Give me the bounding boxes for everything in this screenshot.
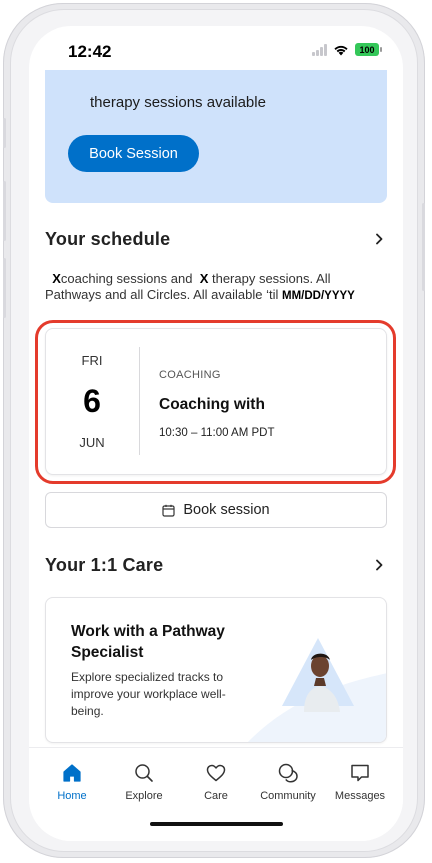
calendar-icon <box>162 504 175 517</box>
schedule-description: Xcoaching sessions and X therapy session… <box>45 271 390 304</box>
book-session-label: Book session <box>183 502 270 518</box>
tab-care[interactable]: Care <box>181 762 251 802</box>
message-icon <box>351 764 369 782</box>
schedule-section-title: Your schedule <box>45 229 171 249</box>
wifi-icon <box>334 45 348 55</box>
status-time: 12:42 <box>68 42 112 61</box>
promo-text: therapy sessions available <box>90 94 266 111</box>
appointment-time: 10:30 – 11:00 AM PDT <box>159 427 275 439</box>
book-session-button[interactable]: Book session <box>45 492 387 528</box>
search-icon <box>135 764 153 782</box>
care-card-body: Explore specialized tracks to improve yo… <box>71 670 226 718</box>
heart-icon <box>206 764 226 782</box>
tab-explore[interactable]: Explore <box>109 762 179 802</box>
tab-label: Community <box>260 790 316 802</box>
care-section-title: Your 1:1 Care <box>45 555 164 575</box>
divider <box>139 347 140 455</box>
tab-label: Care <box>204 790 228 802</box>
appointment-title: Coaching with <box>159 396 265 413</box>
coaching-count: X <box>52 271 61 286</box>
care-chevron-right-icon[interactable] <box>373 559 385 571</box>
appointment-type: COACHING <box>159 369 221 381</box>
promo-banner: therapy sessions available Book Session <box>45 70 387 203</box>
book-session-primary-button[interactable]: Book Session <box>68 135 199 172</box>
chat-bubbles-icon <box>278 763 298 783</box>
appointment-day: 6 <box>83 383 101 419</box>
expiry-date: MM/DD/YYYY <box>282 290 355 302</box>
tab-messages[interactable]: Messages <box>325 762 395 802</box>
tab-label: Explore <box>125 790 163 802</box>
specialist-illustration <box>248 638 386 742</box>
volume-up-button <box>3 181 6 241</box>
bottom-tab-bar: Home Explore Care Community Messages <box>29 747 403 841</box>
side-button <box>3 118 6 148</box>
appointment-day-of-week: FRI <box>81 353 103 368</box>
home-icon <box>63 764 81 782</box>
care-card-title: Work with a Pathway Specialist <box>71 623 225 661</box>
volume-down-button <box>3 258 6 318</box>
schedule-chevron-right-icon[interactable] <box>373 233 385 245</box>
tab-label: Messages <box>334 790 386 802</box>
tab-home[interactable]: Home <box>37 762 107 802</box>
app-screen: 12:42 100 therapy sessions available Boo… <box>29 26 403 841</box>
description-text: coaching sessions and <box>60 271 197 286</box>
home-indicator <box>150 822 283 826</box>
cellular-signal-icon <box>312 43 327 56</box>
power-button <box>422 203 425 291</box>
tab-label: Home <box>57 790 87 802</box>
tab-community[interactable]: Community <box>253 762 323 802</box>
appointment-month: JUN <box>79 435 105 450</box>
status-icons: 100 <box>312 43 382 56</box>
battery-icon: 100 <box>355 43 382 56</box>
appointment-card[interactable]: FRI 6 JUN COACHING Coaching with 10:30 –… <box>45 328 387 475</box>
pathway-specialist-card[interactable]: Work with a Pathway Specialist Explore s… <box>45 597 387 743</box>
